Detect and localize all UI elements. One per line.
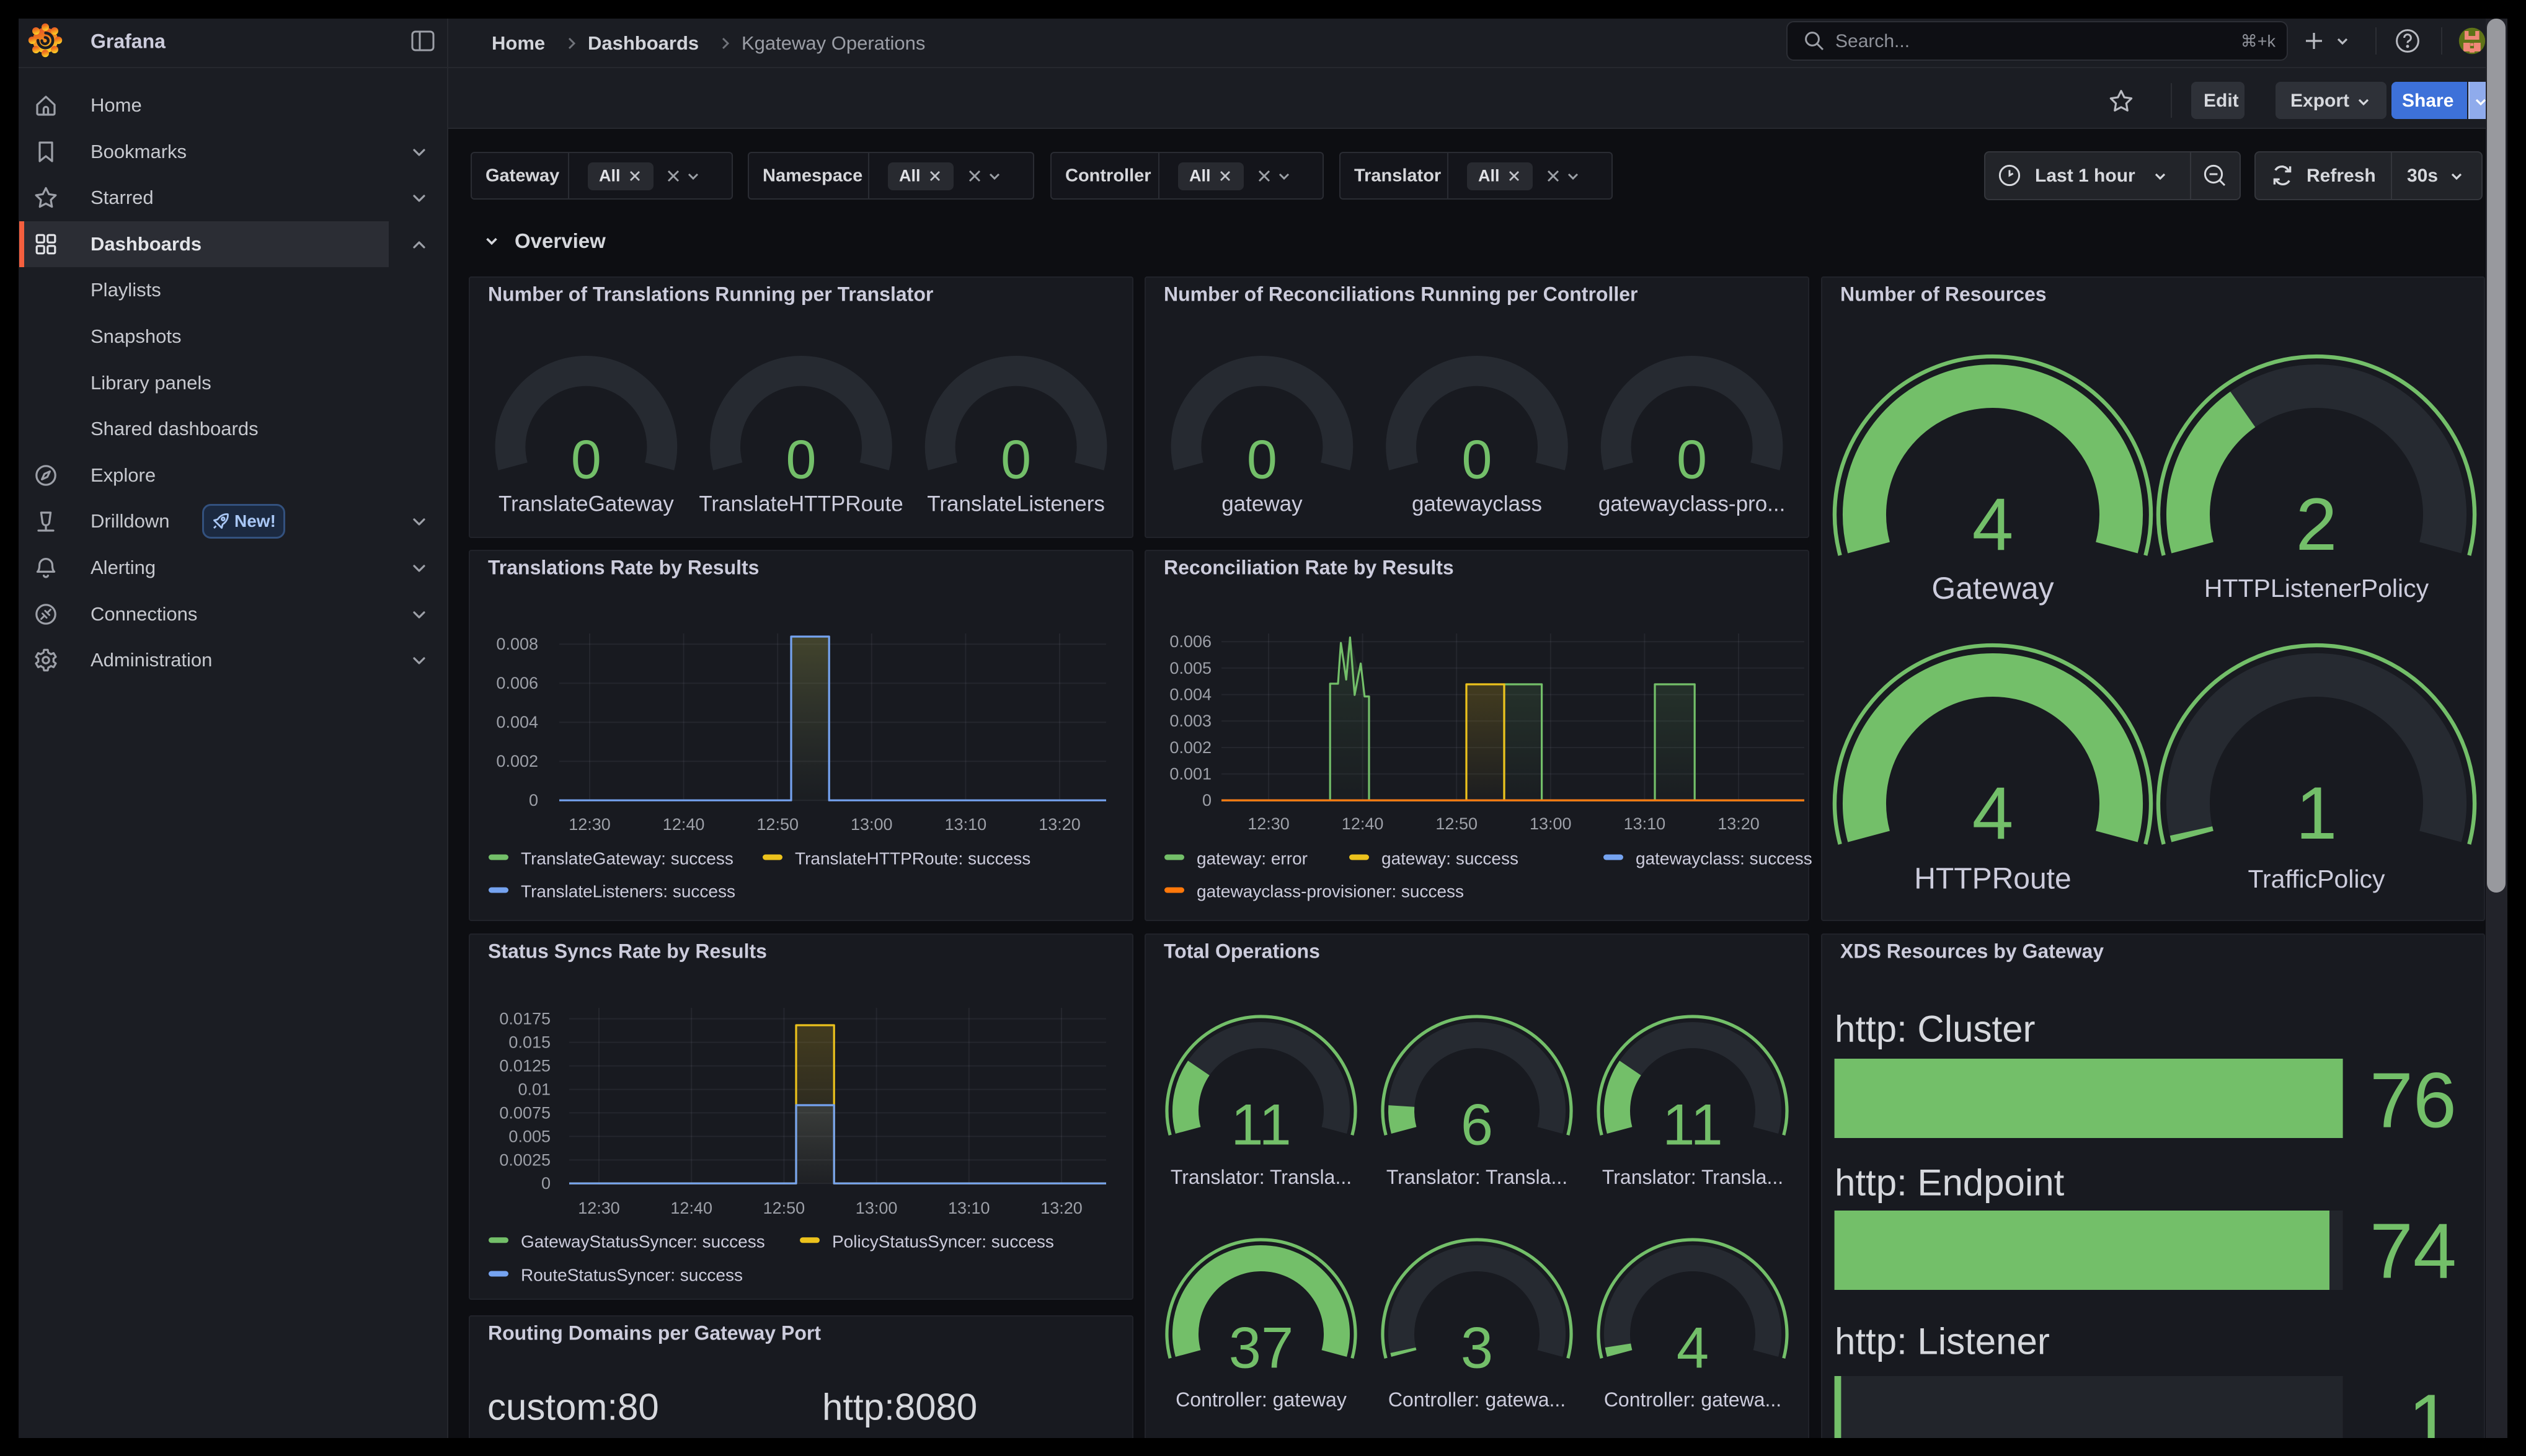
svg-text:76: 76 [2370,1057,2457,1144]
svg-text:13:10: 13:10 [1624,814,1666,833]
svg-text:HTTPListenerPolicy: HTTPListenerPolicy [2204,574,2429,602]
svg-text:0.0025: 0.0025 [499,1150,551,1169]
svg-text:0: 0 [1247,428,1277,490]
svg-text:4: 4 [1677,1315,1709,1380]
svg-text:0.005: 0.005 [508,1127,551,1145]
svg-text:gatewayclass: gatewayclass [1412,492,1542,516]
svg-text:http:8080: http:8080 [822,1387,977,1428]
svg-text:12:30: 12:30 [569,815,611,834]
svg-text:13:20: 13:20 [1040,1199,1083,1217]
svg-text:Gateway: Gateway [1931,571,2054,606]
svg-text:12:30: 12:30 [578,1199,620,1217]
svg-text:74: 74 [2370,1207,2457,1295]
svg-text:13:00: 13:00 [856,1199,898,1217]
svg-text:Translator: Transla...: Translator: Transla... [1171,1166,1352,1188]
svg-text:Translator: Transla...: Translator: Transla... [1386,1166,1567,1188]
svg-text:http: Endpoint: http: Endpoint [1835,1162,2065,1204]
svg-text:gatewayclass-pro...: gatewayclass-pro... [1598,492,1786,516]
svg-text:TrafficPolicy: TrafficPolicy [2248,865,2385,893]
svg-text:TranslateListeners: success: TranslateListeners: success [521,882,735,901]
svg-text:0.008: 0.008 [496,635,538,653]
svg-text:gateway: success: gateway: success [1381,849,1518,868]
svg-text:http: Cluster: http: Cluster [1835,1008,2035,1050]
svg-text:0: 0 [1001,428,1031,490]
svg-text:GatewayStatusSyncer: success: GatewayStatusSyncer: success [521,1232,765,1251]
svg-text:TranslateGateway: TranslateGateway [499,492,674,516]
svg-text:13:10: 13:10 [945,815,987,834]
svg-text:12:40: 12:40 [663,815,705,834]
svg-text:0.0125: 0.0125 [499,1057,551,1075]
svg-text:4: 4 [1972,772,2014,855]
svg-text:TranslateListeners: TranslateListeners [927,492,1105,516]
svg-text:0: 0 [1677,428,1707,490]
svg-text:11: 11 [1662,1092,1723,1157]
svg-text:13:10: 13:10 [948,1199,990,1217]
svg-text:0.006: 0.006 [1169,632,1212,651]
svg-text:Controller: gatewa...: Controller: gatewa... [1388,1388,1566,1411]
svg-text:0.004: 0.004 [496,713,538,731]
svg-text:PolicyStatusSyncer: success: PolicyStatusSyncer: success [832,1232,1054,1251]
svg-text:gateway: error: gateway: error [1197,849,1308,868]
svg-text:0.0075: 0.0075 [499,1103,551,1122]
svg-text:12:50: 12:50 [1435,814,1478,833]
svg-text:0.003: 0.003 [1169,712,1212,730]
svg-text:0: 0 [571,428,601,490]
svg-text:0.002: 0.002 [496,752,538,770]
svg-text:0: 0 [786,428,817,490]
svg-text:13:00: 13:00 [1530,814,1572,833]
svg-text:3: 3 [1461,1315,1493,1380]
svg-text:Translator: Transla...: Translator: Transla... [1602,1166,1783,1188]
svg-text:TranslateGateway: success: TranslateGateway: success [521,849,733,868]
svg-text:13:20: 13:20 [1717,814,1760,833]
svg-text:0.005: 0.005 [1169,659,1212,677]
svg-text:12:40: 12:40 [670,1199,712,1217]
svg-text:4: 4 [1972,483,2014,566]
svg-text:TranslateHTTPRoute: success: TranslateHTTPRoute: success [795,849,1030,868]
svg-text:1: 1 [2408,1379,2452,1438]
svg-text:custom:80: custom:80 [487,1387,659,1428]
svg-text:Controller: gatewa...: Controller: gatewa... [1604,1388,1781,1411]
svg-text:HTTPRoute: HTTPRoute [1914,863,2071,896]
svg-text:0.015: 0.015 [508,1033,551,1052]
svg-text:0.001: 0.001 [1169,765,1212,783]
svg-text:0.01: 0.01 [518,1080,551,1099]
svg-text:0.004: 0.004 [1169,686,1212,704]
svg-text:12:30: 12:30 [1247,814,1290,833]
svg-text:11: 11 [1231,1092,1292,1157]
svg-text:RouteStatusSyncer: success: RouteStatusSyncer: success [521,1266,743,1285]
svg-text:0: 0 [1462,428,1492,490]
svg-text:gatewayclass-provisioner: succ: gatewayclass-provisioner: success [1197,882,1464,901]
svg-text:12:40: 12:40 [1342,814,1384,833]
svg-text:TranslateHTTPRoute: TranslateHTTPRoute [699,492,903,516]
svg-text:gatewayclass: success: gatewayclass: success [1636,849,1812,868]
svg-text:0: 0 [541,1174,551,1193]
svg-text:37: 37 [1229,1315,1294,1380]
svg-text:0.002: 0.002 [1169,738,1212,757]
svg-text:12:50: 12:50 [763,1199,805,1217]
svg-text:0.006: 0.006 [496,674,538,692]
svg-text:http: Listener: http: Listener [1835,1321,2050,1362]
svg-text:13:00: 13:00 [851,815,893,834]
svg-text:12:50: 12:50 [756,815,799,834]
svg-text:Controller: gateway: Controller: gateway [1176,1388,1347,1411]
svg-text:0: 0 [1202,791,1212,810]
svg-text:0: 0 [529,791,538,810]
svg-text:13:20: 13:20 [1039,815,1081,834]
svg-text:2: 2 [2296,483,2338,566]
svg-text:0.0175: 0.0175 [499,1010,551,1028]
svg-text:1: 1 [2296,772,2338,855]
svg-text:gateway: gateway [1221,492,1303,516]
svg-text:6: 6 [1461,1092,1493,1157]
